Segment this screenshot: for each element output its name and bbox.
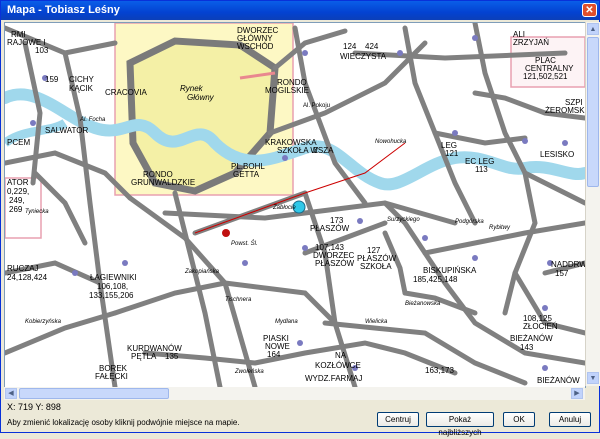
scroll-right-icon[interactable]: ▶ [571,388,583,399]
map-label: 0,229, [7,187,29,196]
scroll-up-icon[interactable]: ▲ [587,23,599,35]
street-label: Kobierzyńska [25,319,62,325]
map-label: ŻEROMSKIE [545,106,585,115]
show-nearest-button[interactable]: Pokaż najbliższych [426,412,494,437]
ok-button[interactable]: OK [503,412,535,427]
map-window: Mapa - Tobiasz Leśny ✕ RMI RAJOWE I 103 … [0,0,600,437]
map-label: Al. Pokoju [303,103,330,109]
street-label: Zwoleńska [234,369,264,375]
map-label: Rynek [180,84,204,93]
map-label: 121 [445,149,459,158]
street-label: Surzyckiego [387,217,420,223]
vertical-scroll-thumb[interactable] [587,37,599,187]
instruction-text: Aby zmienić lokalizację osoby kliknij po… [7,418,240,427]
map-label: ATOR [7,178,29,187]
map-label: PŁASZÓW [310,224,350,233]
map-label: 121,502,521 [523,72,568,81]
map-label: 164 [267,350,281,359]
map-label: 113 [475,165,488,174]
title-bar[interactable]: Mapa - Tobiasz Leśny ✕ [1,1,599,20]
map-label: BIEŻANÓW [537,376,580,385]
close-icon[interactable]: ✕ [582,3,597,17]
map-label: NA [335,351,347,360]
street-label: Nowohucka [375,139,407,145]
map-label: 269 [9,205,23,214]
coordinates-readout: X: 719 Y: 898 [7,402,61,412]
map-label: MOGILSKIE [265,86,309,95]
map-label: 124 [343,42,357,51]
city-map[interactable]: RMI RAJOWE I 103 DWORZEC GŁÓWNY WSCHÓD 1… [5,23,585,387]
map-label: PCEM [7,138,30,147]
map-label: PĘTLA [131,352,157,361]
street-label: Wielicka [365,319,388,325]
map-label: KOZŁÓWCE [315,361,361,370]
map-label: GRUNWALDZKIE [131,178,195,187]
person-location-marker[interactable] [222,229,230,237]
map-label: 103 [35,46,49,55]
center-button[interactable]: Centruj [377,412,419,427]
vertical-scrollbar[interactable]: ▲ ▼ [585,22,600,386]
map-label: 163,173 [425,366,454,375]
street-label: Tyniecka [25,209,49,215]
map-label: FAŁĘCKI [95,372,128,381]
map-label: WSCHÓD [237,42,274,51]
map-label: BIEŻANÓW [510,334,553,343]
map-label: 135 [165,352,179,361]
street-label: Tischnera [225,297,252,303]
map-label: 185,425,148 [413,275,458,284]
street-label: Zabłocie [272,205,296,211]
map-view[interactable]: RMI RAJOWE I 103 DWORZEC GŁÓWNY WSCHÓD 1… [4,22,586,388]
scroll-down-icon[interactable]: ▼ [587,372,599,384]
map-label: 424 [365,42,379,51]
map-label: 159 [45,75,59,84]
horizontal-scrollbar[interactable]: ◀ ▶ [4,387,585,400]
map-label: 249, [9,196,25,205]
street-label: Mydlana [275,319,298,325]
map-label: KĄCIK [69,84,94,93]
street-label: Al. Focha [79,117,106,123]
map-label: WIECZYSTA [340,52,387,61]
map-label: CICHY [69,75,95,84]
map-label: ŁAGIEWNIKI [90,273,137,282]
map-label: SALWATOR [45,126,88,135]
cancel-button[interactable]: Anuluj [549,412,591,427]
scroll-left-icon[interactable]: ◀ [5,388,17,399]
map-label: SZKOŁA [360,262,392,271]
map-label: ZŁOCIEŃ [523,322,558,331]
street-label: Rybitwy [489,225,511,231]
map-label: BISKUPIŃSKA [423,266,477,275]
street-label: Podgórska [455,219,484,225]
map-label: 24,128,424 [7,273,48,282]
map-label: ZSZA [313,146,334,155]
map-label: WYDZ.FARMAJ [305,374,362,383]
street-label: Powst. Śl. [231,240,258,247]
map-label: 133,155,206 [89,291,134,300]
window-title: Mapa - Tobiasz Leśny [7,4,120,16]
horizontal-scroll-thumb[interactable] [19,388,169,399]
map-label: NADDRW [551,260,585,269]
map-label: GETTA [233,170,260,179]
map-label: 143 [520,343,534,352]
map-label: Główny [187,93,215,102]
map-label: RUCZAJ [7,264,39,273]
map-label: CRACOVIA [105,88,147,97]
street-label: Bieżanowska [405,301,441,307]
map-label: 106,108, [97,282,128,291]
map-label: 157 [555,269,569,278]
street-label: Zakopiańska [184,269,220,275]
map-label: ZRZYJAŃ [513,38,549,47]
map-label: PŁASZÓW [315,259,355,268]
map-label: LESISKO [540,150,574,159]
